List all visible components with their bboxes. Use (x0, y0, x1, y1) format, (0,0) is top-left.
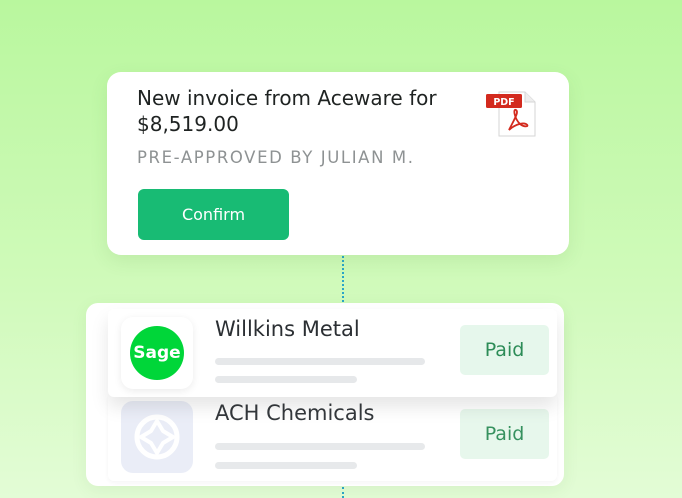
payment-row[interactable]: Sage Willkins Metal Paid (108, 309, 557, 397)
paid-status-badge: Paid (460, 325, 549, 375)
placeholder-line (215, 376, 357, 383)
vendor-name: ACH Chemicals (215, 401, 375, 425)
placeholder-line (215, 462, 357, 469)
placeholder-line (215, 358, 425, 365)
invoice-card: New invoice from Aceware for $8,519.00 P… (107, 72, 569, 255)
payment-row[interactable]: ACH Chemicals Paid (108, 393, 557, 481)
pdf-badge-text: PDF (493, 97, 514, 108)
confirm-button[interactable]: Confirm (138, 189, 289, 240)
invoice-title: New invoice from Aceware for $8,519.00 (137, 86, 437, 136)
vendor-name: Willkins Metal (215, 317, 360, 341)
pdf-file-icon[interactable]: PDF (485, 88, 537, 138)
placeholder-line (215, 443, 425, 450)
ach-logo-icon (134, 414, 180, 460)
paid-status-badge: Paid (460, 409, 549, 459)
connector-line-top (342, 256, 344, 302)
vendor-logo: Sage (121, 317, 193, 389)
vendor-logo (121, 401, 193, 473)
connector-line-bottom (342, 487, 344, 498)
invoice-approval-status: PRE-APPROVED BY JULIAN M. (137, 148, 415, 167)
sage-logo-icon: Sage (130, 326, 184, 380)
